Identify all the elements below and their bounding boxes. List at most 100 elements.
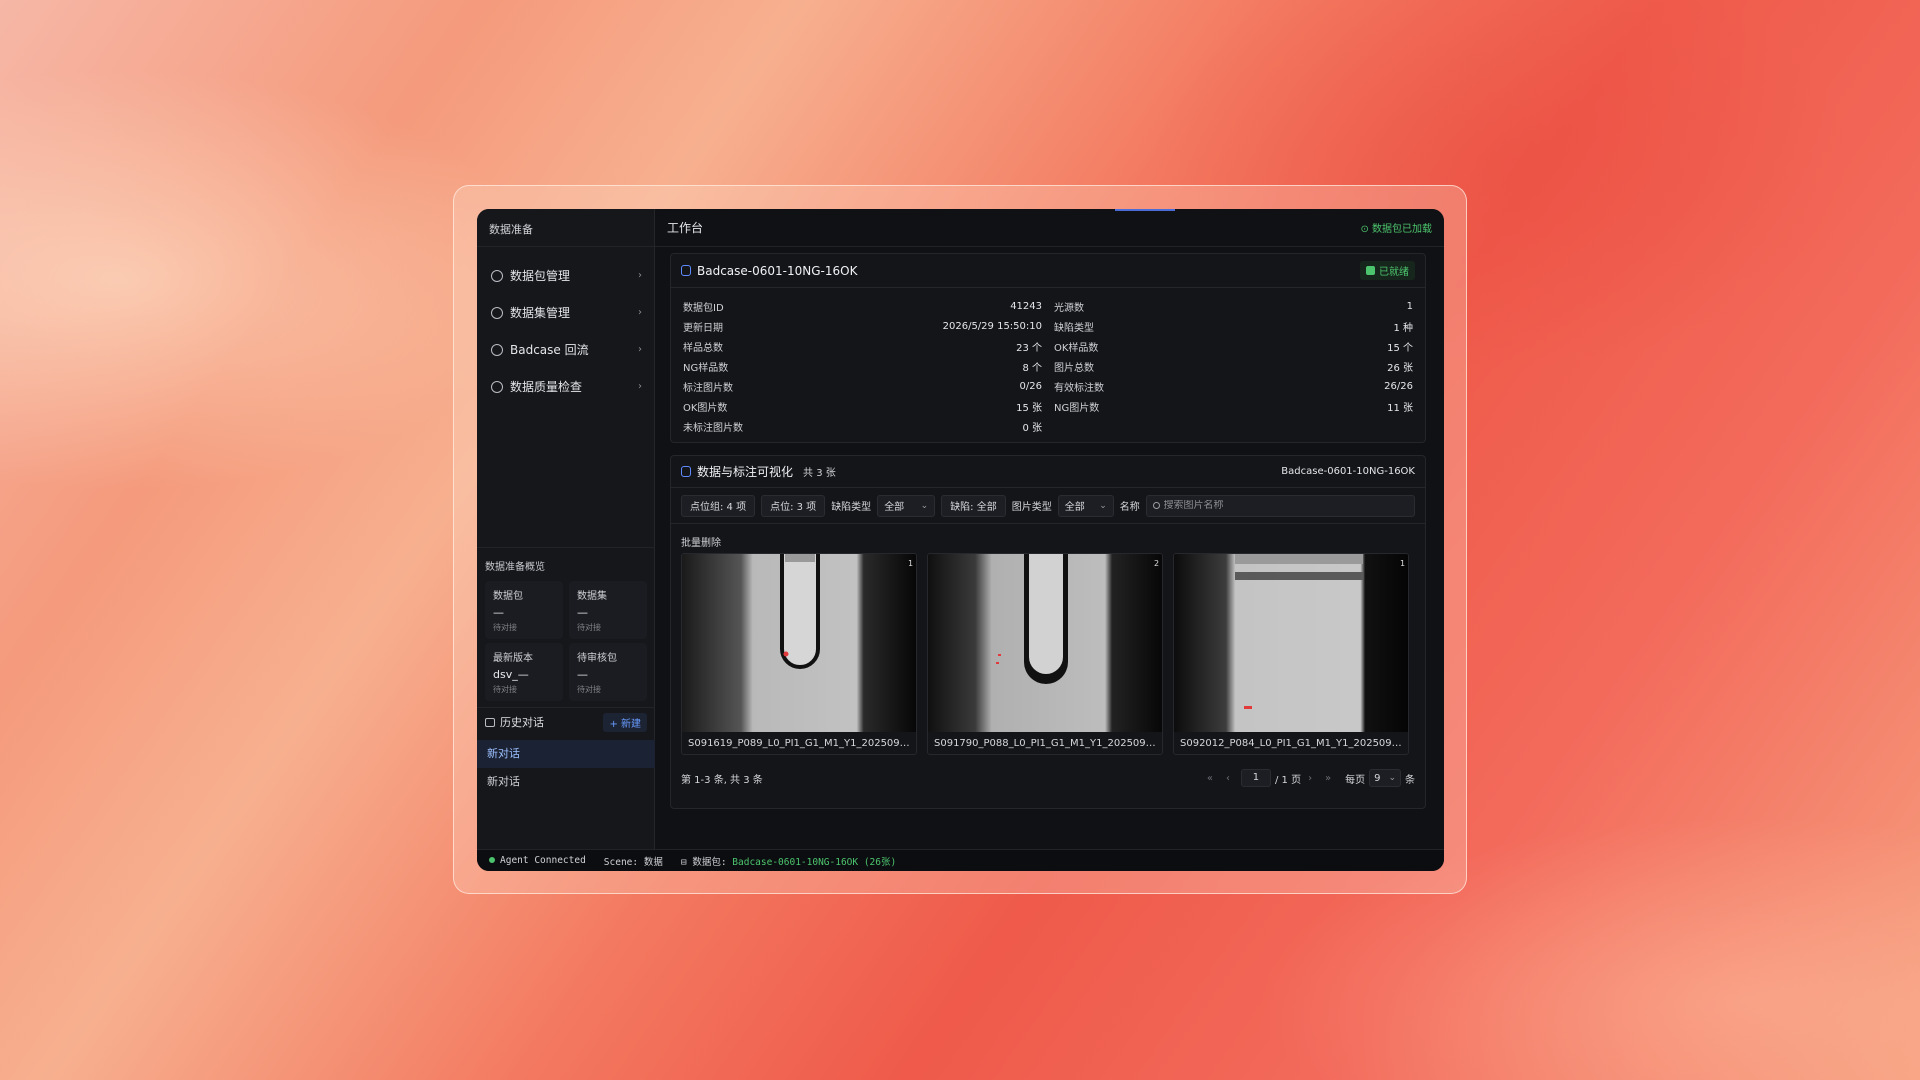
package-info-card: Badcase-0601-10NG-16OK 已就绪 数据包ID 41243 更新… — [670, 253, 1426, 443]
app-window: 数据准备 数据包管理 › 数据集管理 › Badcase 回流 › 数据质量检查… — [477, 209, 1444, 871]
scene-label: Scene: 数据 — [603, 856, 663, 868]
agent-status: Agent Connected — [489, 855, 586, 866]
sidebar-item-label: 数据质量检查 — [510, 380, 583, 394]
defect-marker — [996, 662, 999, 664]
sidebar-item-dataset[interactable]: 数据集管理 › — [477, 294, 654, 331]
defect-marker — [1244, 706, 1252, 709]
sidebar-item-package[interactable]: 数据包管理 › — [477, 257, 654, 294]
page-input[interactable]: 1 — [1240, 769, 1271, 787]
stat-value: 41243 — [1010, 300, 1042, 312]
defect-type-select[interactable]: 全部 ⌄ — [877, 494, 936, 517]
stat-key: 图片总数 — [1054, 362, 1094, 374]
chevron-down-icon: ⌄ — [1099, 500, 1107, 511]
sidebar-item-label: 数据包管理 — [510, 269, 571, 283]
overview-value: — — [577, 668, 588, 681]
point-filter[interactable]: 点位: 3 项 — [761, 494, 826, 517]
layers-icon — [491, 306, 503, 319]
image-caption: S092012_P084_L0_PI1_G1_M1_Y1_2025092... — [1180, 738, 1408, 749]
overview-cell-dataset: 数据集 — 待对接 — [569, 581, 647, 639]
sidebar-item-label: 数据集管理 — [510, 306, 571, 320]
agent-status-label: Agent Connected — [500, 855, 586, 866]
checkbox-icon — [1366, 266, 1375, 275]
stat-row: 更新日期 2026/5/29 15:50:10 — [683, 316, 1042, 336]
defect-marker — [783, 651, 789, 657]
package-name: Badcase-0601-10NG-16OK — [697, 263, 858, 278]
image-badge: 2 — [1154, 559, 1159, 568]
stat-key: 有效标注数 — [1054, 382, 1104, 394]
page-total: / 1 页 — [1274, 774, 1302, 786]
stat-value: 0/26 — [1019, 380, 1042, 392]
stat-key: 未标注图片数 — [683, 422, 743, 434]
pagination-range: 第 1-3 条, 共 3 条 — [681, 774, 763, 786]
history-item[interactable]: 新对话 — [477, 740, 655, 768]
database-icon — [681, 265, 691, 276]
defect-type-label: 缺陷类型 — [831, 502, 872, 513]
image-type-select[interactable]: 全部 ⌄ — [1057, 494, 1114, 517]
defect-marker — [998, 654, 1001, 656]
stat-row: 数据包ID 41243 — [683, 296, 1042, 316]
overview-panel: 数据准备概览 数据包 — 待对接 数据集 — 待对接 最新版本 dsv_— 待对… — [477, 547, 655, 701]
stat-key: 光源数 — [1054, 302, 1084, 314]
history-item[interactable]: 新对话 — [477, 768, 655, 796]
last-page-button[interactable]: » — [1319, 773, 1337, 784]
stat-row: 缺陷类型 1 种 — [1054, 316, 1413, 336]
stat-value: 1 种 — [1393, 322, 1413, 334]
per-page-select[interactable]: 9 ⌄ — [1369, 769, 1401, 787]
name-label: 名称 — [1119, 502, 1140, 513]
inspection-image: 1 — [682, 554, 916, 732]
package-status: ⊟ 数据包: Badcase-0601-10NG-16OK (26张) — [681, 854, 896, 868]
package-status-value: Badcase-0601-10NG-16OK (26张) — [732, 856, 897, 868]
stat-key: OK图片数 — [683, 402, 728, 414]
stat-row: 标注图片数 0/26 — [683, 376, 1042, 396]
stat-key: NG图片数 — [1054, 402, 1100, 414]
history-header: 历史对话 + 新建 — [477, 708, 655, 736]
first-page-button[interactable]: « — [1201, 773, 1219, 784]
per-page-unit: 条 — [1405, 774, 1415, 786]
chevron-right-icon: › — [638, 307, 642, 318]
status-bar: Agent Connected Scene: 数据 ⊟ 数据包: Badcase… — [477, 849, 1444, 871]
alert-circle-icon — [491, 343, 503, 356]
sidebar-item-badcase[interactable]: Badcase 回流 › — [477, 331, 654, 368]
image-badge: 1 — [908, 559, 913, 568]
stat-value: 11 张 — [1387, 402, 1413, 414]
search-input[interactable] — [1163, 500, 1408, 511]
sidebar-item-quality[interactable]: 数据质量检查 › — [477, 368, 654, 405]
overview-sub: 待对接 — [493, 685, 517, 694]
prev-page-button[interactable]: ‹ — [1219, 773, 1237, 784]
topbar: 工作台 ⊙ 数据包已加载 — [655, 209, 1444, 247]
batch-delete-button[interactable]: 批量删除 — [671, 524, 1425, 553]
image-card[interactable]: 1 S092012_P084_L0_PI1_G1_M1_Y1_2025092..… — [1173, 553, 1409, 755]
image-count: 共 3 张 — [803, 468, 836, 479]
stat-row: 光源数 1 — [1054, 296, 1413, 316]
chevron-right-icon: › — [638, 344, 642, 355]
package-icon — [491, 269, 503, 282]
select-value: 全部 — [1064, 502, 1085, 513]
stat-value: 26/26 — [1384, 380, 1413, 392]
defect-filter[interactable]: 缺陷: 全部 — [941, 494, 1006, 517]
image-type-label: 图片类型 — [1011, 502, 1052, 513]
stat-key: NG样品数 — [683, 362, 729, 374]
overview-cell-pending: 待审核包 — 待对接 — [569, 643, 647, 701]
stat-value: 26 张 — [1387, 362, 1413, 374]
next-page-button[interactable]: › — [1301, 773, 1319, 784]
new-chat-button[interactable]: + 新建 — [603, 712, 647, 732]
stats-right-column: 光源数 1 缺陷类型 1 种 OK样品数 15 个 图片总数 26 张 有效标注数 26/… — [1054, 296, 1413, 436]
overview-key: 最新版本 — [493, 653, 533, 664]
history-title: 历史对话 — [500, 716, 544, 729]
stat-value: 0 张 — [1022, 422, 1042, 434]
overview-value: — — [577, 606, 588, 619]
ready-badge: 已就绪 — [1360, 261, 1415, 280]
point-group-filter[interactable]: 点位组: 4 项 — [681, 494, 756, 517]
stat-key: 缺陷类型 — [1054, 322, 1094, 334]
page-title: 工作台 — [667, 221, 704, 235]
chevron-right-icon: › — [638, 270, 642, 281]
per-page-label: 每页 — [1345, 774, 1366, 786]
image-card[interactable]: 1 S091619_P089_L0_PI1_G1_M1_Y1_20250925.… — [681, 553, 917, 755]
overview-key: 数据包 — [493, 591, 523, 602]
connected-dot-icon — [489, 857, 495, 863]
overview-sub: 待对接 — [493, 623, 517, 632]
chat-icon — [485, 717, 495, 727]
image-grid: 1 S091619_P089_L0_PI1_G1_M1_Y1_20250925.… — [671, 553, 1425, 755]
image-card[interactable]: 2 S091790_P088_L0_PI1_G1_M1_Y1_20250925.… — [927, 553, 1163, 755]
stat-row: 样品总数 23 个 — [683, 336, 1042, 356]
